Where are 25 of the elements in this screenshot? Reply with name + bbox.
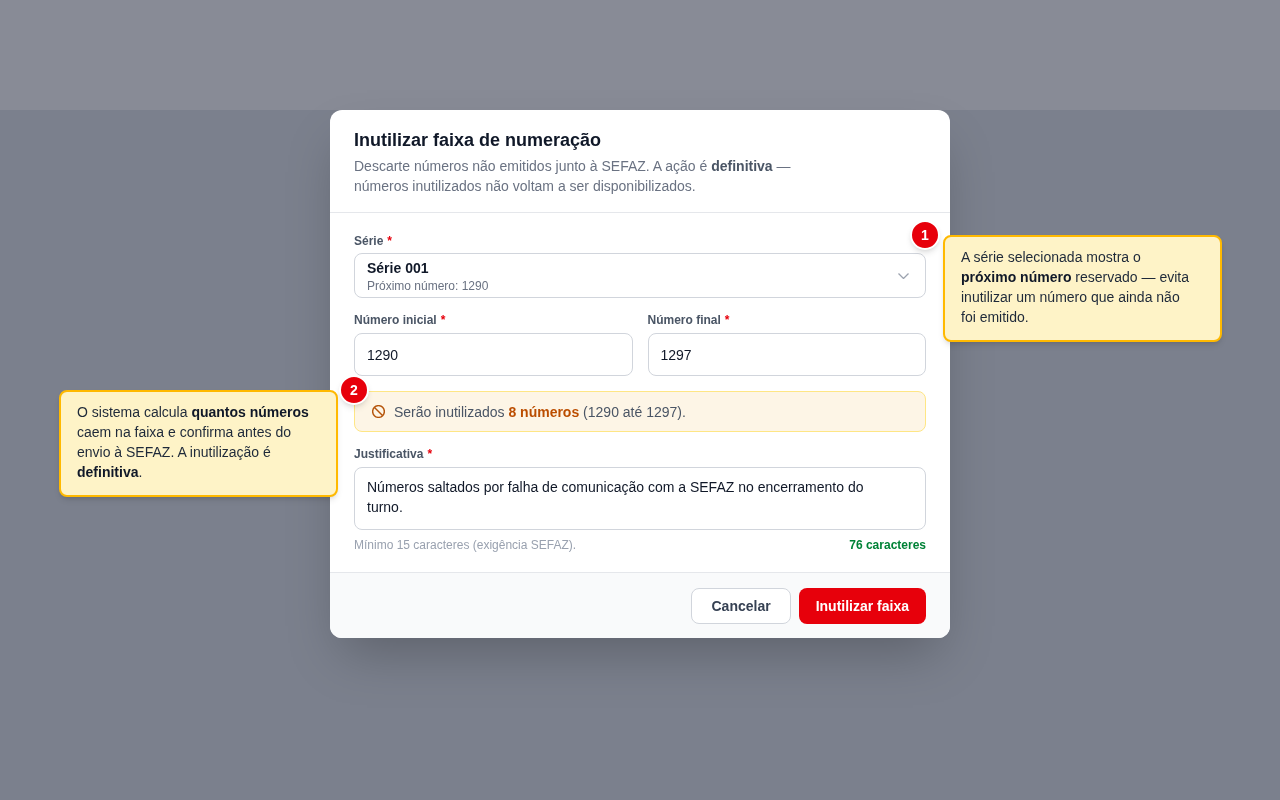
selected-series: Série 001 [367, 258, 430, 278]
required-asterisk: * [427, 446, 433, 462]
series-select[interactable]: Série 001 Próximo número: 1290 [354, 253, 926, 298]
callout-text: A série selecionada mostra o próximo número reservado — evita inutilizar um número que ainda não foi emitido. [961, 248, 1190, 327]
character-count: 76 caracteres [849, 537, 926, 553]
justification-textarea[interactable]: Números saltados por falha de comunicação com a SEFAZ no encerramento do turno. [354, 467, 926, 530]
cancel-button[interactable]: Cancelar [691, 587, 791, 624]
dialog-title: Inutilizar faixa de numeração [354, 129, 603, 152]
required-asterisk: * [724, 312, 730, 328]
required-asterisk: * [387, 233, 393, 249]
end-number-input[interactable]: 1297 [647, 333, 926, 376]
field-label: Série [354, 233, 384, 249]
discard-range-button[interactable]: Inutilizar faixa [798, 587, 926, 624]
start-number-input[interactable]: 1290 [354, 333, 633, 376]
required-asterisk: * [440, 312, 446, 328]
prohibited-icon [372, 405, 385, 418]
field-label: Número final [647, 312, 721, 328]
callout-text: O sistema calcula quantos números caem na faixa e confirma antes do envio à SEFAZ. A inutilização é definitiva. [77, 403, 310, 482]
helper-text: Mínimo 15 caracteres (exigência SEFAZ). [354, 537, 577, 553]
dialog-description: Descarte números não emitidos junto à SEFAZ. A ação é definitiva — números inutilizados não voltam a ser disponibilizados. [354, 157, 792, 196]
summary-text: Serão inutilizados 8 números (1290 até 1297). [394, 402, 686, 422]
chevron-down-icon [898, 272, 909, 279]
next-number-hint: Próximo número: 1290 [367, 277, 489, 294]
field-label: Número inicial [354, 312, 437, 328]
field-label: Justificativa [354, 446, 424, 462]
